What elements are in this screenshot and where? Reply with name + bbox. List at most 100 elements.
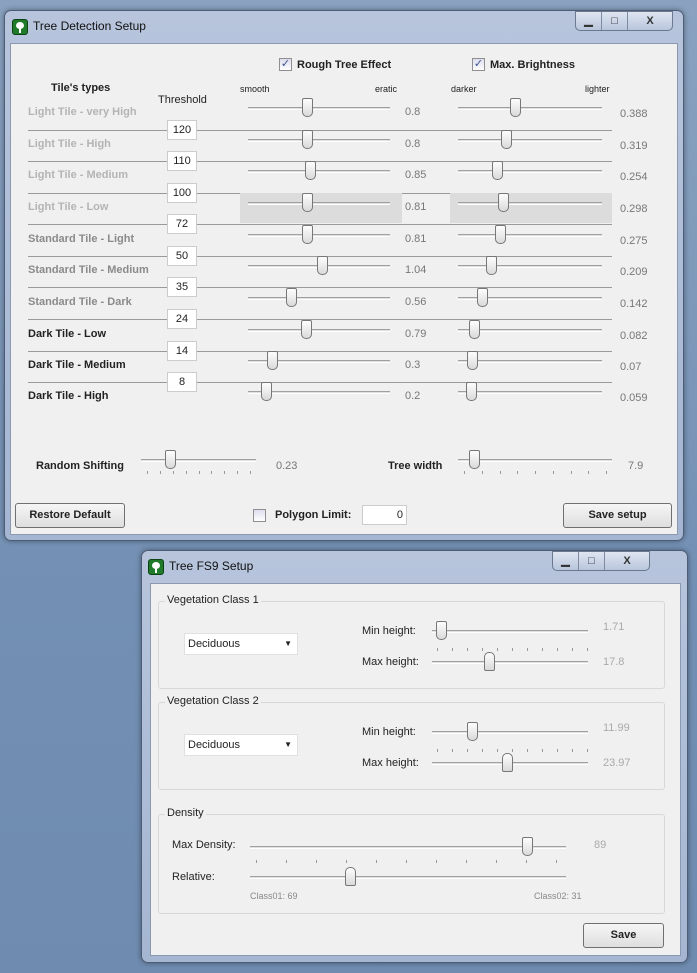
- brightness-slider-thumb[interactable]: [495, 225, 506, 244]
- threshold-input[interactable]: 120: [167, 120, 197, 140]
- max-height-slider-thumb[interactable]: [502, 753, 513, 772]
- threshold-input[interactable]: 14: [167, 341, 197, 361]
- brightness-slider-track[interactable]: [458, 265, 602, 268]
- random-shifting-slider-thumb[interactable]: [165, 450, 176, 469]
- roughness-slider-track[interactable]: [248, 107, 390, 110]
- brightness-slider-track[interactable]: [458, 391, 602, 394]
- density-tick: [316, 860, 317, 863]
- dropdown-value: Deciduous: [188, 638, 240, 650]
- roughness-slider-track[interactable]: [248, 329, 390, 332]
- threshold-input[interactable]: 24: [167, 309, 197, 329]
- threshold-input[interactable]: 100: [167, 183, 197, 203]
- save-button[interactable]: Save: [583, 923, 664, 948]
- tile-type-label: Dark Tile - High: [28, 390, 109, 402]
- roughness-slider-track[interactable]: [248, 297, 390, 300]
- roughness-slider-thumb[interactable]: [286, 288, 297, 307]
- density-label: Density: [165, 807, 206, 819]
- polygon-limit-checkbox[interactable]: [253, 509, 266, 522]
- max-brightness-checkbox[interactable]: ✓: [472, 58, 485, 71]
- vegetation-class-label: Vegetation Class 2: [165, 695, 261, 707]
- vegetation-type-dropdown[interactable]: Deciduous ▼: [184, 633, 298, 655]
- brightness-slider-track[interactable]: [458, 234, 602, 237]
- roughness-slider-thumb[interactable]: [305, 161, 316, 180]
- roughness-slider-track[interactable]: [248, 202, 390, 205]
- brightness-slider-thumb[interactable]: [510, 98, 521, 117]
- tree-width-slider-thumb[interactable]: [469, 450, 480, 469]
- roughness-slider-thumb[interactable]: [302, 193, 313, 212]
- min-height-slider-thumb[interactable]: [467, 722, 478, 741]
- brightness-slider-track[interactable]: [458, 360, 602, 363]
- relative-slider-thumb[interactable]: [345, 867, 356, 886]
- brightness-slider-track[interactable]: [458, 202, 602, 205]
- max-height-slider-thumb[interactable]: [484, 652, 495, 671]
- roughness-slider-track[interactable]: [248, 234, 390, 237]
- minimize-button[interactable]: ▁: [576, 12, 602, 30]
- brightness-slider-thumb[interactable]: [466, 382, 477, 401]
- polygon-limit-input[interactable]: 0: [362, 505, 407, 525]
- roughness-slider-thumb[interactable]: [302, 130, 313, 149]
- density-tick: [496, 860, 497, 863]
- height-tick: [452, 648, 453, 651]
- random-shifting-slider-tick: [211, 471, 213, 474]
- roughness-slider-thumb[interactable]: [261, 382, 272, 401]
- roughness-slider-track[interactable]: [248, 139, 390, 142]
- brightness-value: 0.059: [620, 392, 648, 404]
- tree-width-slider-track[interactable]: [458, 459, 612, 462]
- restore-default-button[interactable]: Restore Default: [15, 503, 125, 528]
- window-controls: ▁ □ X: [552, 551, 650, 571]
- roughness-slider-thumb[interactable]: [267, 351, 278, 370]
- minimize-button[interactable]: ▁: [553, 552, 579, 570]
- threshold-input[interactable]: 35: [167, 277, 197, 297]
- tree-width-slider-tick: [570, 471, 572, 474]
- min-height-slider-track[interactable]: [432, 630, 588, 633]
- close-button[interactable]: X: [628, 12, 672, 30]
- density-tick: [406, 860, 407, 863]
- max-height-value: 23.97: [603, 757, 631, 769]
- brightness-slider-thumb[interactable]: [501, 130, 512, 149]
- row-separator: [28, 287, 612, 288]
- threshold-input[interactable]: 72: [167, 214, 197, 234]
- max-density-slider-track[interactable]: [250, 846, 566, 849]
- threshold-input[interactable]: 110: [167, 151, 197, 171]
- random-shifting-slider-tick: [185, 471, 187, 474]
- window-controls: ▁ □ X: [575, 11, 673, 31]
- roughness-value: 0.8: [405, 138, 421, 150]
- brightness-slider-thumb[interactable]: [498, 193, 509, 212]
- height-tick: [482, 749, 483, 752]
- roughness-slider-track[interactable]: [248, 170, 390, 173]
- roughness-slider-thumb[interactable]: [302, 98, 313, 117]
- height-tick: [497, 749, 498, 752]
- close-button[interactable]: X: [605, 552, 649, 570]
- threshold-input[interactable]: 8: [167, 372, 197, 392]
- brightness-slider-track[interactable]: [458, 107, 602, 110]
- maximize-button[interactable]: □: [602, 12, 628, 30]
- roughness-slider-thumb[interactable]: [317, 256, 328, 275]
- roughness-slider-thumb[interactable]: [301, 320, 312, 339]
- relative-slider-track[interactable]: [250, 876, 566, 879]
- max-density-slider-thumb[interactable]: [522, 837, 533, 856]
- relative-label: Relative:: [172, 871, 215, 883]
- brightness-slider-track[interactable]: [458, 170, 602, 173]
- threshold-input[interactable]: 50: [167, 246, 197, 266]
- rough-tree-effect-checkbox[interactable]: ✓: [279, 58, 292, 71]
- min-height-slider-thumb[interactable]: [436, 621, 447, 640]
- min-height-slider-track[interactable]: [432, 731, 588, 734]
- brightness-slider-thumb[interactable]: [467, 351, 478, 370]
- brightness-slider-thumb[interactable]: [469, 320, 480, 339]
- brightness-slider-thumb[interactable]: [486, 256, 497, 275]
- random-shifting-slider-track[interactable]: [141, 459, 256, 462]
- rough-row-highlight: [240, 193, 402, 223]
- row-separator: [28, 224, 612, 225]
- height-tick: [527, 648, 528, 651]
- brightness-slider-thumb[interactable]: [492, 161, 503, 180]
- brightness-slider-track[interactable]: [458, 139, 602, 142]
- save-setup-button[interactable]: Save setup: [563, 503, 672, 528]
- maximize-button[interactable]: □: [579, 552, 605, 570]
- roughness-slider-thumb[interactable]: [302, 225, 313, 244]
- random-shifting-slider-tick: [250, 471, 251, 474]
- vegetation-type-dropdown[interactable]: Deciduous ▼: [184, 734, 298, 756]
- max-height-label: Max height:: [362, 757, 419, 769]
- max-height-slider-track[interactable]: [432, 661, 588, 664]
- height-tick: [542, 648, 543, 651]
- brightness-slider-thumb[interactable]: [477, 288, 488, 307]
